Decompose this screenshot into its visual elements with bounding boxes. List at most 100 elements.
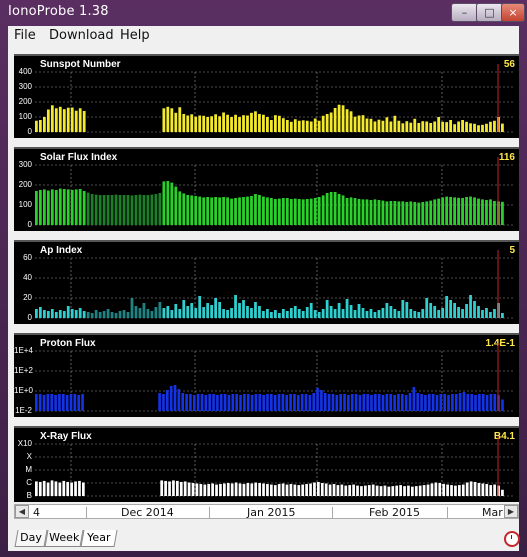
data-bar: [98, 195, 102, 225]
data-bar: [412, 387, 416, 411]
data-bar: [377, 310, 381, 318]
data-bar: [223, 483, 226, 496]
tab-day[interactable]: Day: [14, 530, 48, 547]
data-bar: [321, 309, 325, 318]
data-bar: [254, 302, 257, 318]
data-bar: [134, 195, 138, 225]
data-bar: [170, 310, 174, 318]
tab-week[interactable]: Week: [44, 530, 84, 547]
data-bar: [356, 485, 359, 496]
maximize-button[interactable]: □: [476, 3, 503, 22]
scroll-right-arrow-icon[interactable]: ▶: [504, 505, 518, 518]
data-bar: [365, 311, 369, 318]
data-bar: [258, 306, 261, 318]
data-bar: [357, 199, 361, 225]
data-bar: [70, 107, 74, 132]
data-bar: [102, 195, 106, 225]
data-bar: [118, 195, 122, 225]
data-bar: [364, 485, 367, 496]
data-bar: [461, 198, 464, 225]
data-bar: [421, 202, 425, 225]
data-bar: [266, 197, 269, 225]
data-bar: [469, 196, 472, 225]
data-bar: [301, 120, 305, 132]
data-bar: [381, 200, 385, 225]
data-bar: [461, 309, 464, 318]
data-bar: [461, 120, 464, 132]
data-bar: [408, 393, 412, 411]
timeline-scrollbar[interactable]: ◀ 4 Dec 2014 Jan 2015 Feb 2015 Mar ▶: [14, 504, 519, 519]
data-bar: [332, 484, 336, 496]
data-bar: [417, 123, 421, 132]
data-bar: [429, 303, 433, 318]
data-bar: [190, 303, 194, 318]
data-bar: [158, 193, 162, 225]
data-bar: [369, 309, 373, 318]
data-bar: [285, 311, 289, 318]
data-bar: [166, 181, 170, 225]
menu-file[interactable]: File: [14, 28, 36, 43]
data-bar: [182, 193, 186, 225]
data-bar: [207, 484, 211, 496]
data-bar: [38, 481, 42, 496]
data-bar: [223, 394, 227, 411]
data-bar: [234, 114, 237, 132]
ap-index-panel: Ap Index 5 60 40 20 0: [14, 240, 519, 324]
data-bar: [418, 485, 422, 496]
timeline-label-jan: Jan 2015: [247, 506, 296, 519]
data-bar: [185, 394, 188, 411]
data-bar: [74, 481, 77, 496]
close-button[interactable]: ×: [501, 3, 525, 22]
data-bar: [270, 312, 273, 318]
data-bar: [234, 482, 238, 496]
data-bar: [183, 481, 187, 496]
data-bar: [273, 485, 277, 496]
data-bar: [405, 202, 409, 225]
chart-plot: [35, 343, 513, 412]
data-bar: [195, 483, 199, 496]
data-bar: [82, 111, 86, 132]
data-bar: [122, 310, 126, 318]
data-bar: [305, 484, 308, 496]
scroll-left-arrow-icon[interactable]: ◀: [15, 505, 29, 518]
data-bar: [266, 117, 269, 132]
data-bar: [78, 308, 82, 318]
menu-download[interactable]: Download: [49, 28, 114, 43]
data-bar: [375, 485, 379, 496]
data-bar: [70, 309, 74, 318]
data-bar: [309, 483, 312, 496]
data-bar: [453, 303, 456, 318]
minimize-button[interactable]: –: [451, 3, 478, 22]
data-bar: [230, 117, 233, 132]
data-bar: [321, 195, 325, 225]
data-bar: [421, 309, 425, 318]
y-tick-label: 100: [18, 200, 32, 209]
data-bar: [441, 121, 445, 132]
data-bar: [489, 394, 493, 411]
data-bar: [293, 198, 297, 225]
y-tick-label: 400: [18, 67, 32, 76]
data-bar: [381, 308, 385, 318]
data-bar: [206, 117, 210, 132]
clock-icon[interactable]: [504, 531, 520, 547]
chart-plot: [35, 157, 513, 226]
data-bar: [42, 480, 46, 496]
data-bar: [434, 482, 438, 496]
data-bar: [138, 308, 142, 318]
data-bar: [501, 201, 504, 225]
tab-year[interactable]: Year: [80, 530, 118, 547]
data-bar: [349, 305, 353, 318]
menu-help[interactable]: Help: [120, 28, 150, 43]
data-bar: [230, 308, 233, 318]
data-bar: [192, 395, 196, 411]
data-bar: [430, 483, 434, 496]
data-bar: [246, 196, 249, 225]
data-bar: [293, 484, 297, 496]
data-bar: [74, 110, 78, 132]
data-bar: [174, 186, 178, 225]
data-bar: [313, 198, 317, 225]
data-bar: [323, 393, 327, 411]
title-bar[interactable]: IonoProbe 1.38 – □ ×: [0, 0, 527, 26]
data-bar: [441, 197, 445, 225]
y-tick-label: 1E+4: [14, 346, 33, 355]
